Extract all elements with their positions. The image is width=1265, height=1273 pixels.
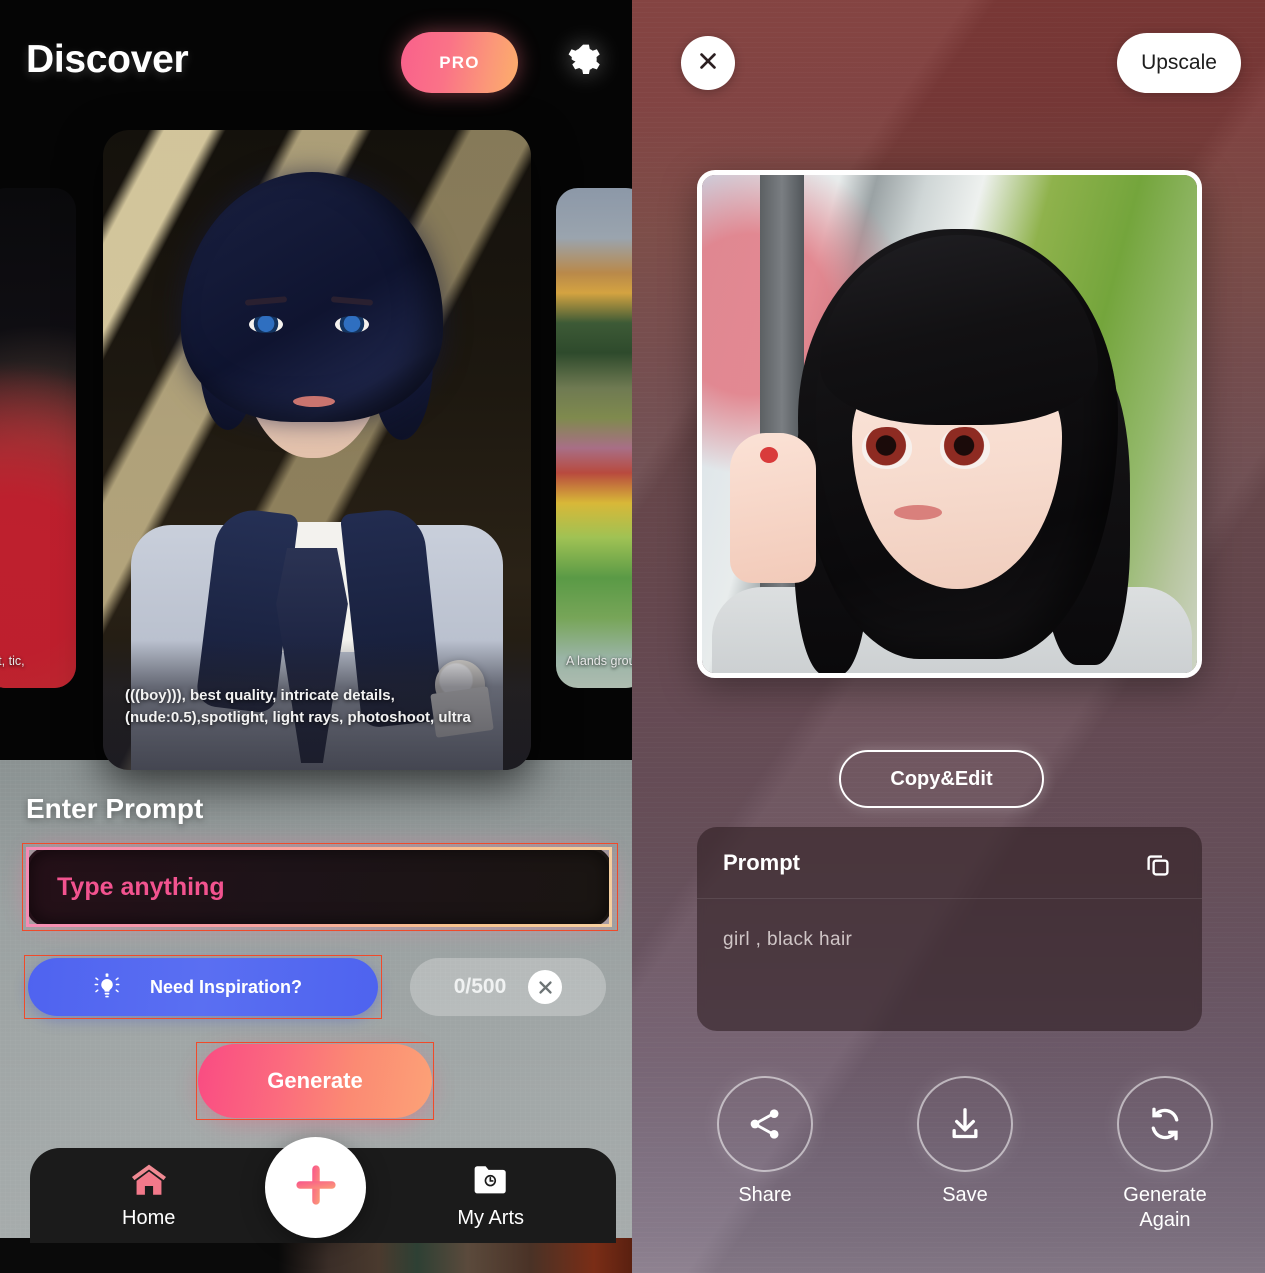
prompt-input[interactable]: Type anything	[26, 847, 612, 927]
folder-clock-icon	[470, 1162, 512, 1203]
home-icon	[128, 1162, 170, 1203]
discover-panel: Discover PRO rt, tic,	[0, 0, 632, 1273]
card-caption-line2: (nude:0.5),spotlight, light rays, photos…	[125, 708, 471, 726]
card-artwork	[0, 188, 76, 688]
prompt-card-title: Prompt	[723, 849, 800, 875]
need-inspiration-button[interactable]: Need Inspiration?	[28, 958, 378, 1016]
generate-button[interactable]: Generate	[198, 1044, 432, 1118]
download-icon	[917, 1076, 1013, 1172]
carousel-card-previous[interactable]: rt, tic,	[0, 188, 76, 688]
prompt-input-placeholder: Type anything	[57, 872, 225, 901]
upscale-button[interactable]: Upscale	[1117, 33, 1241, 93]
card-caption-line2: tic,	[8, 654, 25, 669]
generate-again-line1: Generate	[1123, 1184, 1207, 1206]
need-inspiration-label: Need Inspiration?	[150, 976, 303, 997]
page-title: Discover	[26, 38, 189, 81]
result-actions: Share Save Generate Again	[665, 1076, 1265, 1233]
card-caption-line1: (((boy))), best quality, intricate detai…	[125, 687, 395, 705]
share-icon	[717, 1076, 813, 1172]
create-fab-button[interactable]	[265, 1137, 366, 1238]
panel-bottom-content-strip	[0, 1238, 632, 1273]
discover-carousel[interactable]: rt, tic,	[0, 130, 632, 770]
enter-prompt-label: Enter Prompt	[26, 793, 204, 824]
nav-label-home: Home	[122, 1206, 176, 1229]
nav-item-home[interactable]: Home	[122, 1162, 175, 1230]
char-counter-pill: 0/500	[410, 958, 606, 1016]
prompt-card-body: girl , black hair	[697, 899, 1202, 951]
save-button[interactable]: Save	[885, 1076, 1045, 1233]
nav-item-my-arts[interactable]: My Arts	[457, 1162, 524, 1230]
card-caption: rt, tic,	[0, 653, 76, 670]
close-button[interactable]	[681, 36, 735, 90]
pro-button[interactable]: PRO	[401, 32, 518, 93]
prompt-detail-card: Prompt girl , black hair	[697, 827, 1202, 1031]
plus-icon	[288, 1157, 344, 1218]
card-caption-line2: ground	[610, 654, 633, 669]
clear-prompt-icon[interactable]	[528, 970, 563, 1004]
share-button[interactable]: Share	[685, 1076, 845, 1233]
char-counter: 0/500	[453, 975, 507, 998]
gear-icon[interactable]	[563, 40, 609, 86]
prompt-card-header: Prompt	[697, 827, 1202, 899]
prompt-value: girl , black hair	[723, 929, 853, 950]
nav-label-my-arts: My Arts	[457, 1206, 524, 1229]
copy-edit-button[interactable]: Copy&Edit	[839, 750, 1044, 808]
generate-again-button[interactable]: Generate Again	[1085, 1076, 1245, 1233]
app-screen: Discover PRO rt, tic,	[0, 0, 1265, 1273]
generate-again-label: Generate Again	[1123, 1183, 1206, 1233]
lightbulb-icon	[90, 970, 124, 1004]
card-caption-line1: A lands	[566, 654, 608, 669]
discover-header: Discover PRO	[0, 0, 632, 125]
close-icon	[697, 50, 719, 77]
share-label: Share	[738, 1184, 792, 1206]
save-label: Save	[942, 1184, 988, 1206]
carousel-card-active[interactable]: (((boy))), best quality, intricate detai…	[103, 130, 531, 770]
carousel-card-next[interactable]: A lands ground	[556, 188, 632, 688]
card-caption: (((boy))), best quality, intricate detai…	[103, 640, 531, 770]
generate-again-line2: Again	[1139, 1209, 1191, 1231]
copy-icon[interactable]	[1138, 845, 1178, 885]
card-artwork	[556, 188, 632, 688]
card-caption-line1: rt,	[0, 654, 6, 669]
card-caption: A lands ground	[566, 653, 632, 670]
refresh-icon	[1117, 1076, 1213, 1172]
generated-image[interactable]	[697, 170, 1202, 678]
